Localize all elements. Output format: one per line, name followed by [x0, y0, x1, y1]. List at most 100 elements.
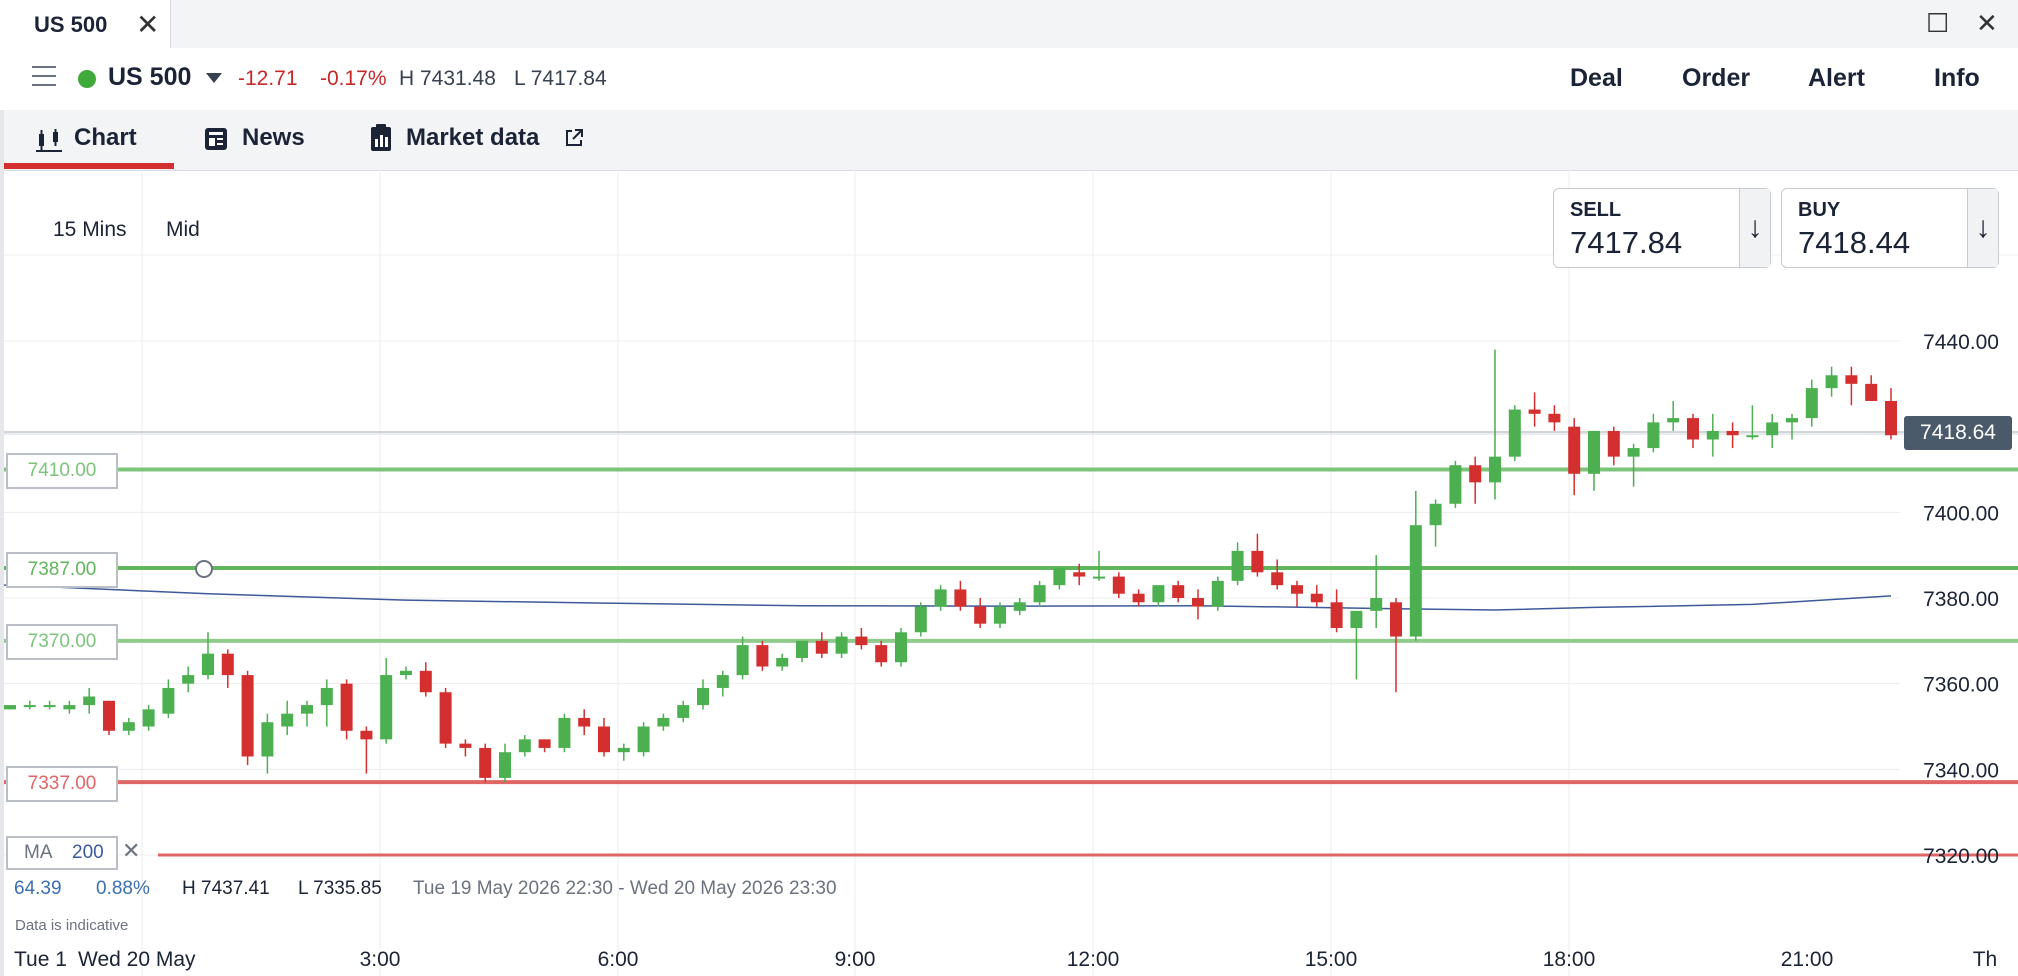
candle-body — [677, 705, 690, 718]
order-button[interactable]: Order — [1682, 64, 1750, 93]
candle-body — [320, 687, 333, 706]
candle-body — [162, 687, 175, 714]
price-type-selector[interactable]: Mid — [166, 218, 200, 242]
candle-body — [1429, 503, 1442, 526]
y-tick-label: 7380.00 — [1923, 588, 1999, 611]
info-button[interactable]: Info — [1934, 64, 1980, 93]
candle-body — [479, 747, 492, 778]
candle-body — [63, 705, 76, 710]
candle-body — [657, 717, 670, 727]
price-chart[interactable]: 7440.00 7400.00 7380.00 7360.00 7340.00 7320.… — [0, 170, 2018, 976]
candle-body — [1865, 383, 1878, 401]
chevron-down-icon[interactable] — [206, 73, 222, 83]
candle-body — [598, 726, 610, 753]
candle-body — [558, 717, 571, 748]
level-label-7387[interactable]: 7387.00 — [6, 552, 118, 588]
deal-button[interactable]: Deal — [1570, 64, 1623, 93]
current-price-badge: 7418.64 — [1904, 416, 2012, 450]
instrument-name[interactable]: US 500 — [108, 63, 191, 92]
candle-body — [994, 606, 1006, 624]
candle-body — [835, 636, 848, 654]
candle-body — [142, 709, 155, 727]
candle-body — [1053, 568, 1066, 586]
candle-body — [1093, 576, 1105, 579]
day-high: H 7431.48 — [399, 67, 496, 90]
x-tick-label: 3:00 — [360, 948, 401, 971]
candle-body — [1231, 550, 1244, 581]
y-tick-label: 7360.00 — [1923, 674, 1999, 697]
arrow-down-icon: ↓ — [1967, 189, 1998, 267]
candle-body — [459, 743, 472, 748]
window-tab[interactable]: US 500 ✕ — [0, 0, 171, 48]
instrument-toolbar: US 500 -12.71 -0.17% H 7431.48 L 7417.84… — [0, 48, 2018, 111]
y-tick-label: 7440.00 — [1923, 331, 1999, 354]
level-label-7370[interactable]: 7370.00 — [6, 624, 118, 660]
arrow-down-icon: ↓ — [1739, 189, 1770, 267]
candle-body — [1746, 435, 1759, 438]
candle-body — [895, 632, 907, 663]
x-tick-label: Th — [1973, 948, 1998, 971]
market-status-icon — [78, 70, 96, 88]
candle-body — [1805, 388, 1818, 419]
candle-body — [1825, 375, 1838, 389]
market-data-icon — [371, 124, 391, 151]
candle-body — [855, 636, 868, 646]
external-link-icon — [566, 129, 583, 146]
remove-indicator-icon[interactable]: ✕ — [122, 838, 140, 864]
hamburger-icon[interactable] — [32, 66, 56, 93]
level-label-7337[interactable]: 7337.00 — [6, 766, 118, 802]
ma-period: 200 — [72, 842, 104, 863]
x-tick-label: 6:00 — [598, 948, 639, 971]
tab-close-icon[interactable]: ✕ — [136, 8, 159, 41]
candle-body — [637, 726, 650, 753]
close-icon[interactable]: ✕ — [1976, 8, 1998, 39]
buy-label: BUY — [1798, 199, 1841, 221]
candle-body — [1073, 572, 1086, 577]
ma-indicator[interactable]: MA 200 — [6, 836, 118, 870]
x-tick-label: 12:00 — [1067, 948, 1120, 971]
candle-body — [1568, 426, 1581, 474]
alert-button[interactable]: Alert — [1808, 64, 1865, 93]
candle-body — [1706, 430, 1719, 440]
candle-body — [1647, 422, 1660, 449]
candle-body — [419, 670, 432, 693]
candle-body — [934, 589, 947, 607]
candle-body — [1172, 585, 1185, 598]
x-tick-label: 18:00 — [1543, 948, 1596, 971]
candle-body — [83, 696, 96, 706]
interval-selector[interactable]: 15 Mins — [53, 218, 127, 242]
sell-quote-button[interactable]: SELL 7417.84 ↓ — [1553, 188, 1771, 268]
buy-quote-button[interactable]: BUY 7418.44 ↓ — [1781, 188, 1999, 268]
candle-body — [400, 670, 412, 676]
level-label-7410[interactable]: 7410.00 — [6, 453, 118, 489]
candle-body — [340, 683, 353, 731]
price-change: -12.71 — [238, 67, 298, 90]
candle-body — [103, 700, 115, 731]
candle-body — [697, 687, 709, 706]
tab-chart-label: Chart — [74, 124, 137, 151]
candle-body — [796, 640, 808, 658]
candle-body — [1627, 448, 1640, 457]
candle-body — [281, 713, 294, 727]
candle-body — [815, 640, 828, 654]
y-axis: 7440.00 7400.00 7380.00 7360.00 7340.00 7320.… — [1923, 331, 1999, 868]
level-drag-handle[interactable] — [195, 560, 213, 578]
maximize-icon[interactable]: ☐ — [1926, 8, 1949, 39]
candle-body — [1390, 602, 1402, 637]
x-tick-label: 9:00 — [835, 948, 876, 971]
tab-news-label: News — [242, 124, 305, 151]
candle-body — [1271, 572, 1284, 586]
candle-body — [1469, 465, 1482, 483]
candle-body — [1112, 576, 1125, 594]
candle-body — [1132, 593, 1145, 603]
candle-body — [23, 705, 36, 708]
candle-body — [182, 675, 195, 684]
price-level-lines[interactable] — [4, 467, 2018, 785]
tab-market-data-label: Market data — [406, 124, 540, 151]
price-change-pct: -0.17% — [320, 67, 387, 90]
candle-body — [4, 705, 16, 710]
candlestick-icon — [36, 129, 62, 152]
candle-body — [499, 752, 511, 778]
candle-body — [1033, 585, 1046, 603]
indicator-value-2: 0.88% — [96, 878, 150, 899]
